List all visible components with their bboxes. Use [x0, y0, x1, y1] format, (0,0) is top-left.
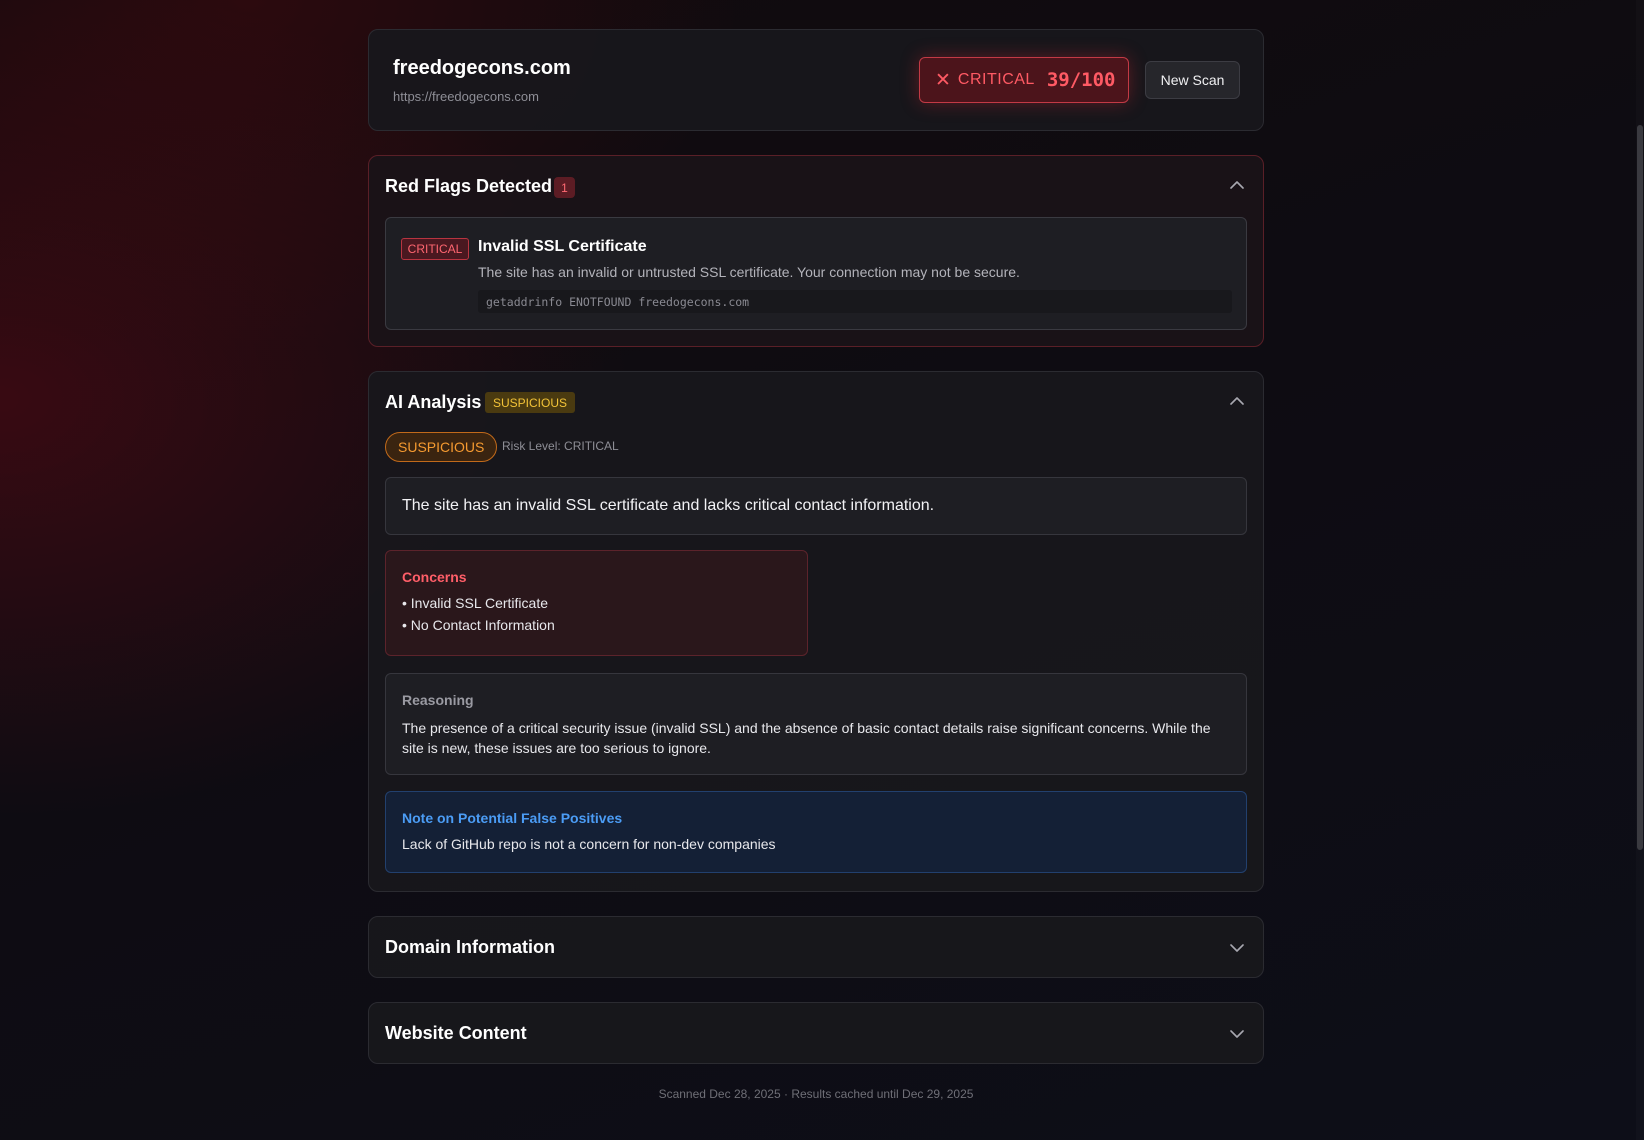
site-name: freedogecons.com: [393, 57, 571, 79]
red-flag-item: CRITICAL Invalid SSL Certificate The sit…: [385, 217, 1247, 330]
domain-information-title: Domain Information: [385, 937, 555, 957]
scrollbar-thumb[interactable]: [1637, 125, 1643, 850]
site-header-card: freedogecons.com https://freedogecons.co…: [368, 29, 1264, 131]
reasoning-box: Reasoning The presence of a critical sec…: [385, 673, 1247, 775]
concerns-box: Concerns • Invalid SSL Certificate • No …: [385, 550, 808, 656]
website-content-section[interactable]: Website Content: [368, 1002, 1264, 1064]
red-flags-count-badge: 1: [554, 177, 575, 198]
risk-score-value: 39/100: [1046, 69, 1116, 91]
chevron-up-icon[interactable]: [1229, 393, 1245, 409]
red-flags-title: Red Flags Detected: [385, 176, 553, 196]
ai-analysis-section: AI Analysis SUSPICIOUS SUSPICIOUS Risk L…: [368, 371, 1264, 892]
note-title: Note on Potential False Positives: [402, 810, 623, 826]
results-container: freedogecons.com https://freedogecons.co…: [368, 29, 1264, 1064]
reasoning-text: The presence of a critical security issu…: [402, 720, 1211, 756]
red-flag-title: Invalid SSL Certificate: [478, 238, 647, 255]
site-url: https://freedogecons.com: [393, 89, 539, 104]
chevron-up-icon[interactable]: [1229, 177, 1245, 193]
risk-score-label: CRITICAL: [957, 71, 1035, 88]
ai-analysis-title: AI Analysis: [385, 392, 482, 412]
analysis-summary: The site has an invalid SSL certificate …: [385, 477, 1247, 535]
concern-item: • Invalid SSL Certificate: [402, 595, 549, 611]
scrollbar-track[interactable]: [1636, 0, 1644, 1140]
chevron-down-icon[interactable]: [1229, 1026, 1245, 1042]
note-text: Lack of GitHub repo is not a concern for…: [402, 836, 776, 852]
false-positive-note: Note on Potential False Positives Lack o…: [385, 791, 1247, 873]
red-flag-description: The site has an invalid or untrusted SSL…: [478, 264, 1020, 280]
concerns-title: Concerns: [402, 569, 467, 585]
red-flags-section: Red Flags Detected 1 CRITICAL Invalid SS…: [368, 155, 1264, 347]
red-flag-detail-code: getaddrinfo ENOTFOUND freedogecons.com: [478, 290, 1232, 313]
reasoning-title: Reasoning: [402, 692, 474, 708]
scan-footer: Scanned Dec 28, 2025 · Results cached un…: [658, 1087, 974, 1101]
concern-item: • No Contact Information: [402, 617, 555, 633]
new-scan-button[interactable]: New Scan: [1145, 61, 1240, 99]
website-content-title: Website Content: [385, 1023, 527, 1043]
chevron-down-icon[interactable]: [1229, 940, 1245, 956]
domain-information-section[interactable]: Domain Information: [368, 916, 1264, 978]
risk-score-badge: ✕ CRITICAL 39/100: [919, 57, 1129, 103]
severity-badge: CRITICAL: [401, 238, 469, 260]
x-icon: ✕: [935, 69, 951, 91]
verdict-tag: SUSPICIOUS: [485, 392, 576, 413]
verdict-pill: SUSPICIOUS: [385, 432, 498, 462]
risk-level-text: Risk Level: CRITICAL: [502, 439, 619, 453]
